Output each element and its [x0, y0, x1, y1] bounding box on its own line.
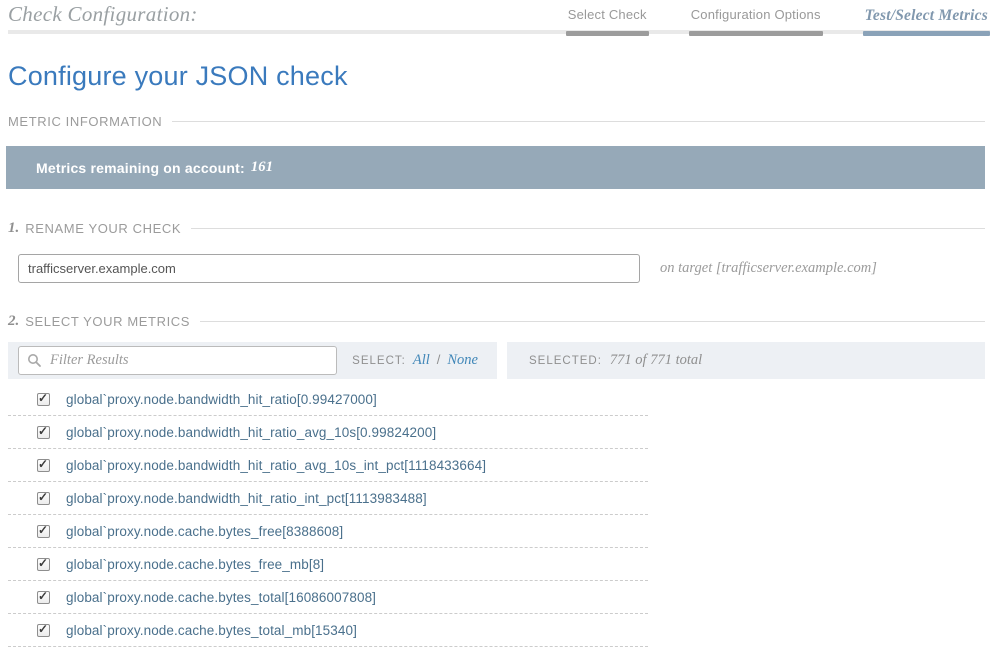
magnifier-icon — [27, 353, 42, 368]
metric-information-label: METRIC INFORMATION — [8, 114, 162, 129]
filter-search-box[interactable] — [18, 346, 337, 375]
wizard-tabs: Select Check Configuration Options Test/… — [566, 7, 990, 36]
metric-checkbox[interactable] — [37, 393, 50, 406]
metric-row: global`proxy.node.bandwidth_hit_ratio_av… — [8, 449, 648, 482]
metrics-filter-toolbar: SELECT: All / None SELECTED: 771 of 771 … — [8, 342, 985, 379]
selected-count-panel: SELECTED: 771 of 771 total — [507, 342, 985, 379]
select-links: SELECT: All / None — [352, 352, 485, 369]
tab-configuration-options-label: Configuration Options — [689, 7, 823, 22]
rename-row: on target [trafficserver.example.com] — [8, 254, 985, 283]
check-configuration-page: Check Configuration: Select Check Config… — [0, 0, 999, 647]
rename-section-label: RENAME YOUR CHECK — [25, 221, 181, 236]
tab-test-select-metrics[interactable]: Test/Select Metrics — [863, 7, 990, 36]
metric-label: global`proxy.node.cache.bytes_total_mb[1… — [66, 623, 357, 638]
tab-configuration-options[interactable]: Configuration Options — [689, 7, 823, 36]
page-header-title: Check Configuration: — [8, 2, 198, 27]
metric-checkbox[interactable] — [37, 525, 50, 538]
metric-checkbox[interactable] — [37, 558, 50, 571]
target-note: on target [trafficserver.example.com] — [660, 260, 877, 277]
rename-section-header: 1. RENAME YOUR CHECK — [8, 220, 985, 237]
select-all-link[interactable]: All — [413, 352, 430, 369]
top-bar: Check Configuration: Select Check Config… — [8, 0, 985, 36]
section-rule — [172, 121, 985, 122]
metric-label: global`proxy.node.bandwidth_hit_ratio_av… — [66, 425, 436, 440]
page-title: Configure your JSON check — [8, 61, 985, 92]
tab-test-select-metrics-underline — [863, 31, 990, 36]
metric-label: global`proxy.node.cache.bytes_total[1608… — [66, 590, 376, 605]
select-separator: / — [437, 352, 441, 367]
metric-information-section-header: METRIC INFORMATION — [8, 114, 985, 129]
selected-count-value: 771 of 771 total — [610, 352, 702, 369]
metrics-remaining-banner: Metrics remaining on account: 161 — [6, 146, 985, 189]
check-name-input[interactable] — [18, 254, 640, 283]
select-section-number: 2. — [8, 313, 19, 330]
metric-row: global`proxy.node.cache.bytes_free_mb[8] — [8, 548, 648, 581]
metric-label: global`proxy.node.cache.bytes_free[83886… — [66, 524, 343, 539]
section-rule — [200, 321, 985, 322]
rename-section-number: 1. — [8, 220, 19, 237]
metric-row: global`proxy.node.cache.bytes_free[83886… — [8, 515, 648, 548]
section-rule — [191, 228, 985, 229]
metric-label: global`proxy.node.bandwidth_hit_ratio[0.… — [66, 392, 377, 407]
metric-checkbox[interactable] — [37, 624, 50, 637]
tab-test-select-metrics-label: Test/Select Metrics — [863, 7, 990, 25]
metric-row: global`proxy.node.cache.bytes_total[1608… — [8, 581, 648, 614]
metric-row: global`proxy.node.bandwidth_hit_ratio[0.… — [8, 383, 648, 416]
metric-checkbox[interactable] — [37, 492, 50, 505]
tab-configuration-options-underline — [689, 31, 823, 36]
selected-label: SELECTED: — [529, 355, 602, 367]
metric-checkbox[interactable] — [37, 426, 50, 439]
filter-results-input[interactable] — [50, 347, 336, 374]
tab-select-check-label: Select Check — [566, 7, 649, 22]
metric-label: global`proxy.node.bandwidth_hit_ratio_in… — [66, 491, 427, 506]
select-none-link[interactable]: None — [447, 352, 478, 369]
filter-panel: SELECT: All / None — [8, 342, 497, 379]
metrics-remaining-label: Metrics remaining on account: — [36, 160, 245, 176]
select-section-label: SELECT YOUR METRICS — [25, 314, 190, 329]
select-metrics-section-header: 2. SELECT YOUR METRICS — [8, 313, 985, 330]
metric-list: global`proxy.node.bandwidth_hit_ratio[0.… — [8, 383, 648, 647]
metric-checkbox[interactable] — [37, 591, 50, 604]
metric-label: global`proxy.node.bandwidth_hit_ratio_av… — [66, 458, 486, 473]
metric-row: global`proxy.node.bandwidth_hit_ratio_in… — [8, 482, 648, 515]
tab-select-check-underline — [566, 31, 649, 36]
metric-checkbox[interactable] — [37, 459, 50, 472]
metric-row: global`proxy.node.bandwidth_hit_ratio_av… — [8, 416, 648, 449]
metric-label: global`proxy.node.cache.bytes_free_mb[8] — [66, 557, 324, 572]
metrics-remaining-value: 161 — [251, 159, 273, 176]
metric-row: global`proxy.node.cache.bytes_total_mb[1… — [8, 614, 648, 647]
select-label: SELECT: — [352, 355, 406, 367]
tab-select-check[interactable]: Select Check — [566, 7, 649, 36]
